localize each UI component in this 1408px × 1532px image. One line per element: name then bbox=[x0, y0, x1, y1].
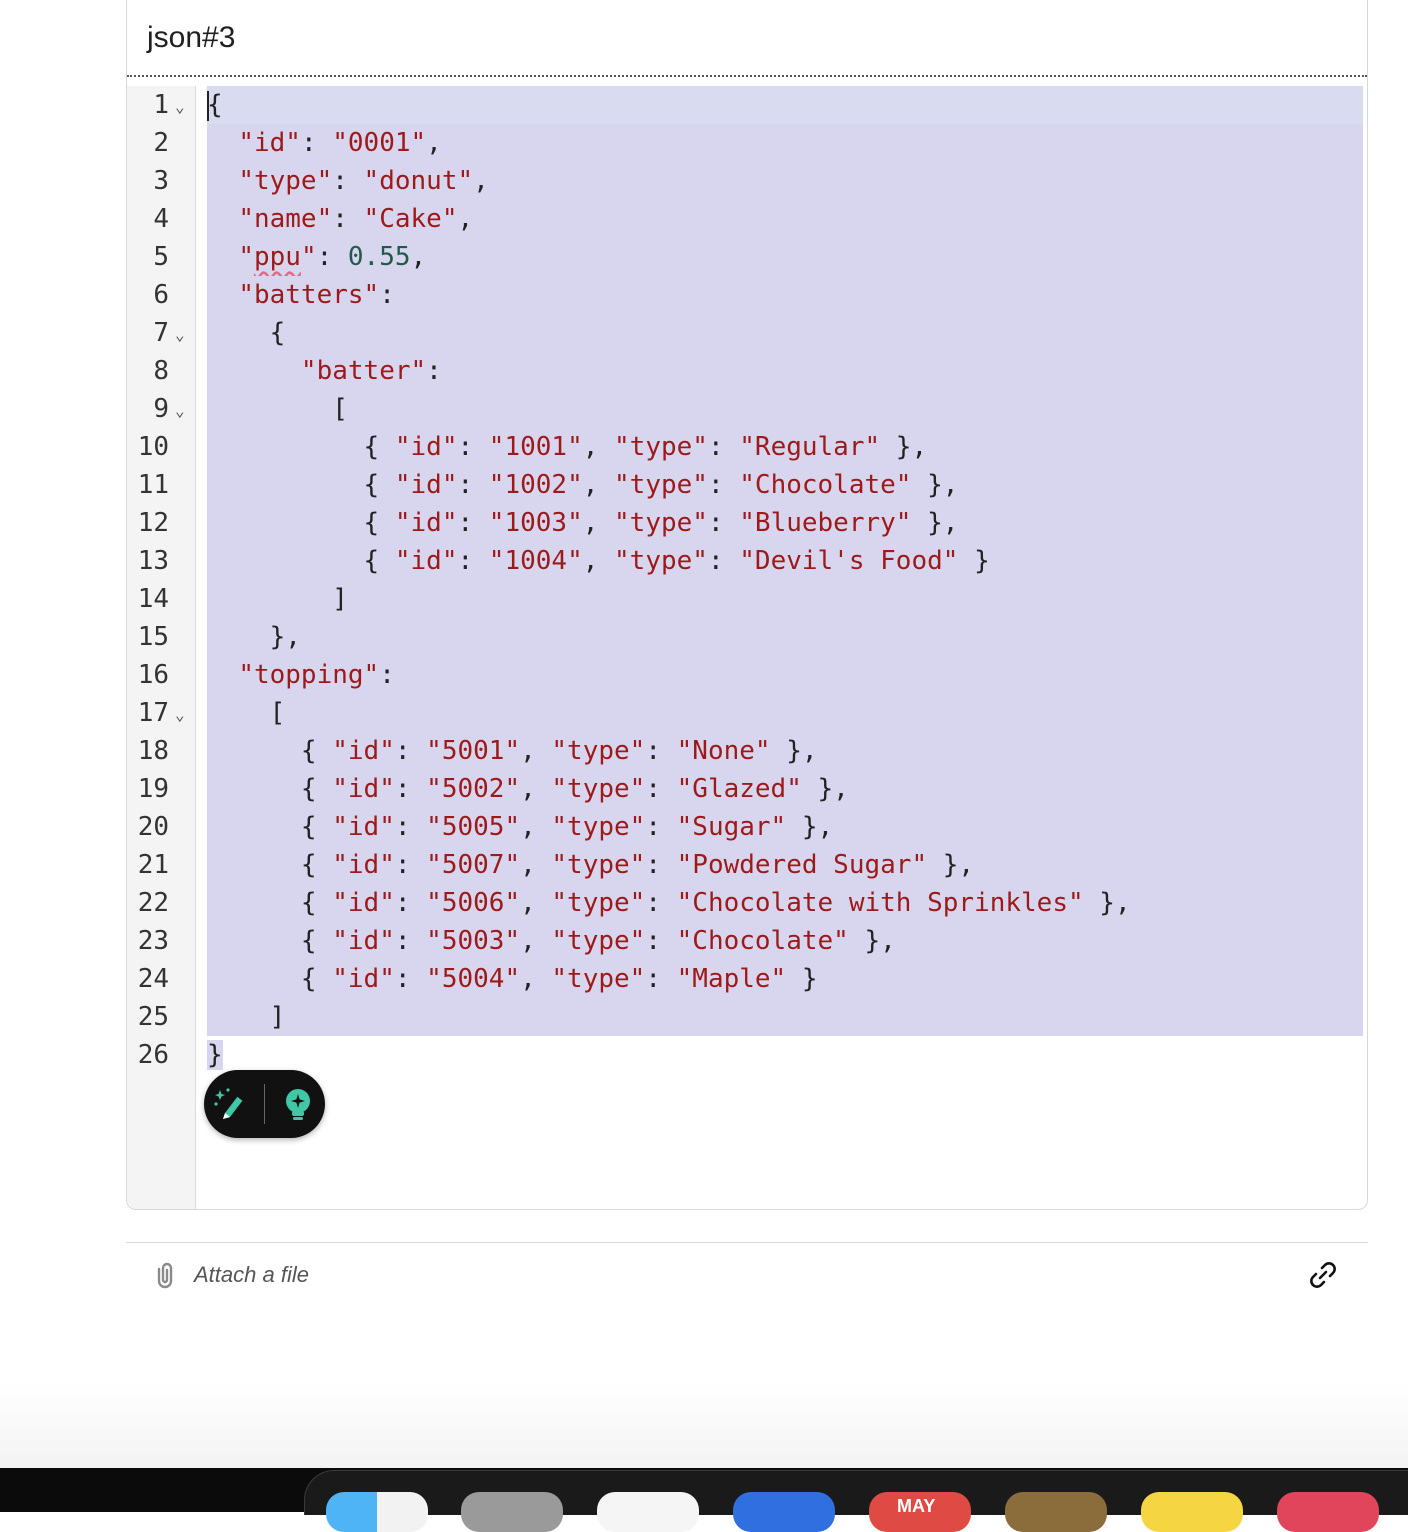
code-line[interactable]: 3 "type": "donut", bbox=[127, 162, 1367, 200]
line-number: 24 bbox=[137, 964, 169, 994]
ai-assist-toolbar bbox=[204, 1070, 325, 1138]
line-number: 26 bbox=[137, 1040, 169, 1070]
dock-app-finder[interactable] bbox=[326, 1492, 428, 1532]
fold-chevron-icon[interactable]: ⌄ bbox=[175, 88, 185, 126]
code-line[interactable]: 25 ] bbox=[127, 998, 1367, 1036]
code-line[interactable]: 9 ⌄ [ bbox=[127, 390, 1367, 428]
lightbulb-icon bbox=[285, 1089, 310, 1120]
line-number: 3 bbox=[153, 166, 169, 196]
ai-hint-button[interactable] bbox=[276, 1082, 320, 1126]
sparkle-pencil-icon bbox=[214, 1088, 244, 1119]
line-number: 18 bbox=[137, 736, 169, 766]
link-icon[interactable] bbox=[1306, 1258, 1340, 1292]
code-line[interactable]: 6 "batters": bbox=[127, 276, 1367, 314]
title-divider bbox=[127, 75, 1367, 77]
code-lines[interactable]: 1 ⌄ { 2 "id": "0001", 3 "type": "donut",… bbox=[127, 86, 1367, 1074]
dock-app-launchpad[interactable] bbox=[461, 1492, 563, 1532]
code-line[interactable]: 7 ⌄ { bbox=[127, 314, 1367, 352]
code-line[interactable]: 19 { "id": "5002", "type": "Glazed" }, bbox=[127, 770, 1367, 808]
line-number: 2 bbox=[153, 128, 169, 158]
code-line[interactable]: 11 { "id": "1002", "type": "Chocolate" }… bbox=[127, 466, 1367, 504]
line-number: 17 bbox=[137, 698, 169, 728]
code-line[interactable]: 24 { "id": "5004", "type": "Maple" } bbox=[127, 960, 1367, 998]
code-line[interactable]: 17 ⌄ [ bbox=[127, 694, 1367, 732]
line-number: 25 bbox=[137, 1002, 169, 1032]
line-number: 8 bbox=[153, 356, 169, 386]
line-number: 13 bbox=[137, 546, 169, 576]
code-line[interactable]: 2 "id": "0001", bbox=[127, 124, 1367, 162]
ai-edit-button[interactable] bbox=[209, 1082, 253, 1126]
card-title: json#3 bbox=[147, 21, 236, 54]
line-number: 16 bbox=[137, 660, 169, 690]
code-editor-card: json#3 1 ⌄ { 2 "id": "0001", 3 "type": "… bbox=[126, 0, 1368, 1210]
line-number: 4 bbox=[153, 204, 169, 234]
line-number: 5 bbox=[153, 242, 169, 272]
code-line[interactable]: 26 } bbox=[127, 1036, 1367, 1074]
code-line[interactable]: 1 ⌄ { bbox=[127, 86, 1367, 124]
fold-chevron-icon[interactable]: ⌄ bbox=[175, 392, 185, 430]
fold-chevron-icon[interactable]: ⌄ bbox=[175, 316, 185, 354]
line-number: 6 bbox=[153, 280, 169, 310]
fold-chevron-icon[interactable]: ⌄ bbox=[175, 696, 185, 734]
code-line[interactable]: 4 "name": "Cake", bbox=[127, 200, 1367, 238]
code-line[interactable]: 13 { "id": "1004", "type": "Devil's Food… bbox=[127, 542, 1367, 580]
code-line[interactable]: 16 "topping": bbox=[127, 656, 1367, 694]
code-line[interactable]: 18 { "id": "5001", "type": "None" }, bbox=[127, 732, 1367, 770]
code-line[interactable]: 22 { "id": "5006", "type": "Chocolate wi… bbox=[127, 884, 1367, 922]
calendar-month-label: MAY bbox=[897, 1496, 936, 1516]
line-number: 1 bbox=[153, 90, 169, 120]
line-number: 15 bbox=[137, 622, 169, 652]
dock-app-contacts[interactable] bbox=[1005, 1492, 1107, 1532]
line-number: 12 bbox=[137, 508, 169, 538]
toolbar-separator bbox=[263, 1084, 265, 1124]
line-number: 14 bbox=[137, 584, 169, 614]
spellcheck-word: ppu bbox=[253, 242, 301, 272]
line-number: 22 bbox=[137, 888, 169, 918]
page-bottom-fade bbox=[0, 1380, 1408, 1470]
code-line[interactable]: 15 }, bbox=[127, 618, 1367, 656]
code-line[interactable]: 23 { "id": "5003", "type": "Chocolate" }… bbox=[127, 922, 1367, 960]
dock-app-notes[interactable] bbox=[1141, 1492, 1243, 1532]
paperclip-icon[interactable] bbox=[150, 1261, 180, 1291]
code-line[interactable]: 20 { "id": "5005", "type": "Sugar" }, bbox=[127, 808, 1367, 846]
code-line[interactable]: 14 ] bbox=[127, 580, 1367, 618]
attach-file-link[interactable]: Attach a file bbox=[194, 1262, 309, 1288]
line-number: 11 bbox=[137, 470, 169, 500]
attach-divider bbox=[126, 1242, 1368, 1243]
code-line[interactable]: 10 { "id": "1001", "type": "Regular" }, bbox=[127, 428, 1367, 466]
dock-app-mail[interactable] bbox=[733, 1492, 835, 1532]
line-number: 23 bbox=[137, 926, 169, 956]
code-line[interactable]: 5 "ppu": 0.55, bbox=[127, 238, 1367, 276]
line-number: 7 bbox=[153, 318, 169, 348]
line-number: 20 bbox=[137, 812, 169, 842]
line-number: 21 bbox=[137, 850, 169, 880]
code-line[interactable]: 21 { "id": "5007", "type": "Powdered Sug… bbox=[127, 846, 1367, 884]
line-number: 10 bbox=[137, 432, 169, 462]
code-line[interactable]: 12 { "id": "1003", "type": "Blueberry" }… bbox=[127, 504, 1367, 542]
dock-app-reminders[interactable] bbox=[1277, 1492, 1379, 1532]
dock-app-safari[interactable] bbox=[597, 1492, 699, 1532]
code-area[interactable]: 1 ⌄ { 2 "id": "0001", 3 "type": "donut",… bbox=[127, 86, 1367, 1209]
line-number: 19 bbox=[137, 774, 169, 804]
code-line[interactable]: 8 "batter": bbox=[127, 352, 1367, 390]
line-number: 9 bbox=[153, 394, 169, 424]
